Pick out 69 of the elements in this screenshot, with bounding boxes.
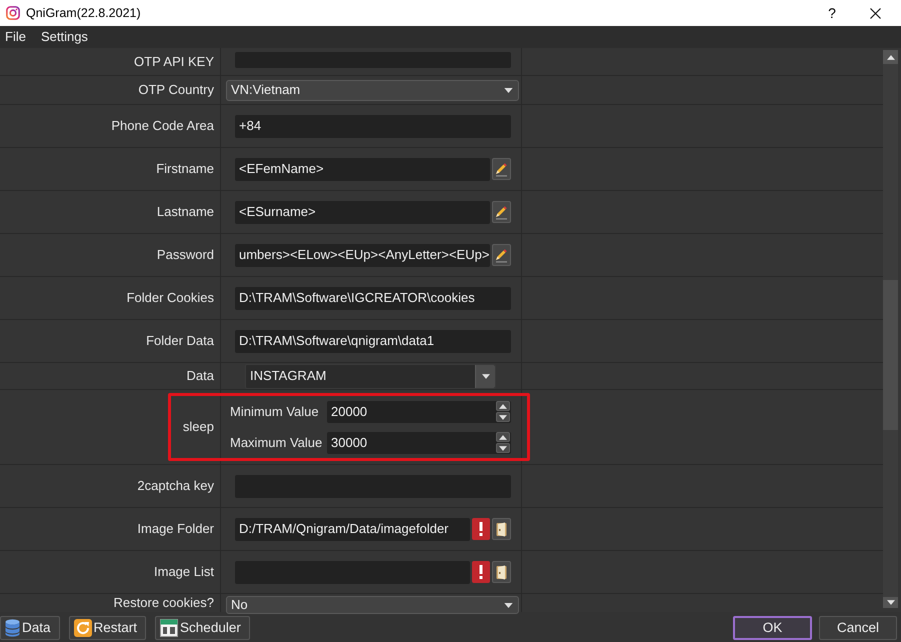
caret-down-icon <box>504 602 513 608</box>
data-button[interactable]: Data <box>0 616 60 640</box>
field-label: Maximum Value <box>230 434 324 450</box>
property-label: Restore cookies? <box>114 595 214 611</box>
dropdown[interactable]: No <box>226 596 519 614</box>
pencil-icon <box>495 204 508 220</box>
spin-down-button[interactable] <box>496 443 510 453</box>
text-field[interactable]: +84 <box>235 114 511 138</box>
scroll-down-button[interactable] <box>883 597 898 608</box>
dropdown[interactable]: VN:Vietnam <box>226 80 519 100</box>
property-label: Firstname <box>156 161 214 177</box>
caret-up-icon <box>886 54 894 60</box>
camera-logo-icon <box>6 6 20 20</box>
close-icon <box>870 8 880 18</box>
text-field[interactable]: D:/TRAM/Qnigram/Data/imagefolder <box>235 518 470 540</box>
browse-button[interactable] <box>492 518 511 540</box>
property-label: Image Folder <box>137 521 214 537</box>
pencil-icon <box>495 248 508 262</box>
spin-up-button[interactable] <box>496 401 510 411</box>
help-button[interactable]: ? <box>820 0 844 26</box>
menu-item[interactable]: File <box>1 29 30 45</box>
refresh-icon <box>74 619 92 637</box>
number-field[interactable]: 20000 <box>327 400 511 422</box>
window-title: QniGram(22.8.2021) <box>26 6 141 20</box>
property-label: Lastname <box>156 204 214 220</box>
property-label: OTP Country <box>138 82 214 98</box>
property-label: sleep <box>182 419 214 435</box>
dialog-button[interactable]: Cancel <box>819 616 897 640</box>
caret-down-icon <box>504 88 513 92</box>
menu-item[interactable]: Settings <box>36 29 92 45</box>
property-label: Data <box>186 368 214 384</box>
caret-up-icon <box>499 434 507 440</box>
property-label: Phone Code Area <box>111 118 214 134</box>
property-label: Folder Cookies <box>126 290 214 306</box>
property-label: Password <box>156 247 214 263</box>
scroll-thumb[interactable] <box>883 280 898 430</box>
calendar-icon <box>160 619 178 637</box>
pencil-icon <box>495 162 508 176</box>
property-label: Image List <box>154 564 214 580</box>
door-icon <box>496 522 507 536</box>
dialog-button[interactable]: OK <box>733 616 812 640</box>
property-label: 2captcha key <box>137 478 214 494</box>
edit-button[interactable] <box>492 158 511 180</box>
browse-button[interactable] <box>492 561 511 583</box>
property-label: Folder Data <box>146 333 214 349</box>
database-icon <box>5 619 20 637</box>
property-label: OTP API KEY <box>134 54 214 70</box>
text-field[interactable]: D:\TRAM\Software\qnigram\data1 <box>235 330 511 352</box>
edit-button[interactable] <box>492 201 511 223</box>
number-field[interactable]: 30000 <box>327 432 511 454</box>
text-field[interactable]: <ESurname> <box>235 200 490 224</box>
scheduler-button[interactable]: Scheduler <box>155 616 250 640</box>
spin-down-button[interactable] <box>496 412 510 422</box>
scroll-up-button[interactable] <box>883 50 898 64</box>
combo-box[interactable]: INSTAGRAM <box>245 364 496 388</box>
dropdown-button[interactable] <box>475 364 495 388</box>
field-label: Minimum Value <box>230 404 320 420</box>
spin-up-button[interactable] <box>496 432 510 442</box>
caret-down-icon <box>886 600 894 605</box>
text-field[interactable]: umbers><ELow><EUp><AnyLetter><EUp> <box>235 244 490 266</box>
edit-button[interactable] <box>492 244 511 266</box>
caret-down-icon <box>499 446 507 450</box>
restart-button[interactable]: Restart <box>68 616 146 640</box>
door-icon <box>496 564 507 580</box>
text-field[interactable]: D:\TRAM\Software\IGCREATOR\cookies <box>235 286 511 310</box>
text-field[interactable]: <EFemName> <box>235 158 490 180</box>
caret-down-icon <box>482 374 490 378</box>
caret-up-icon <box>499 404 507 408</box>
caret-down-icon <box>499 414 507 420</box>
